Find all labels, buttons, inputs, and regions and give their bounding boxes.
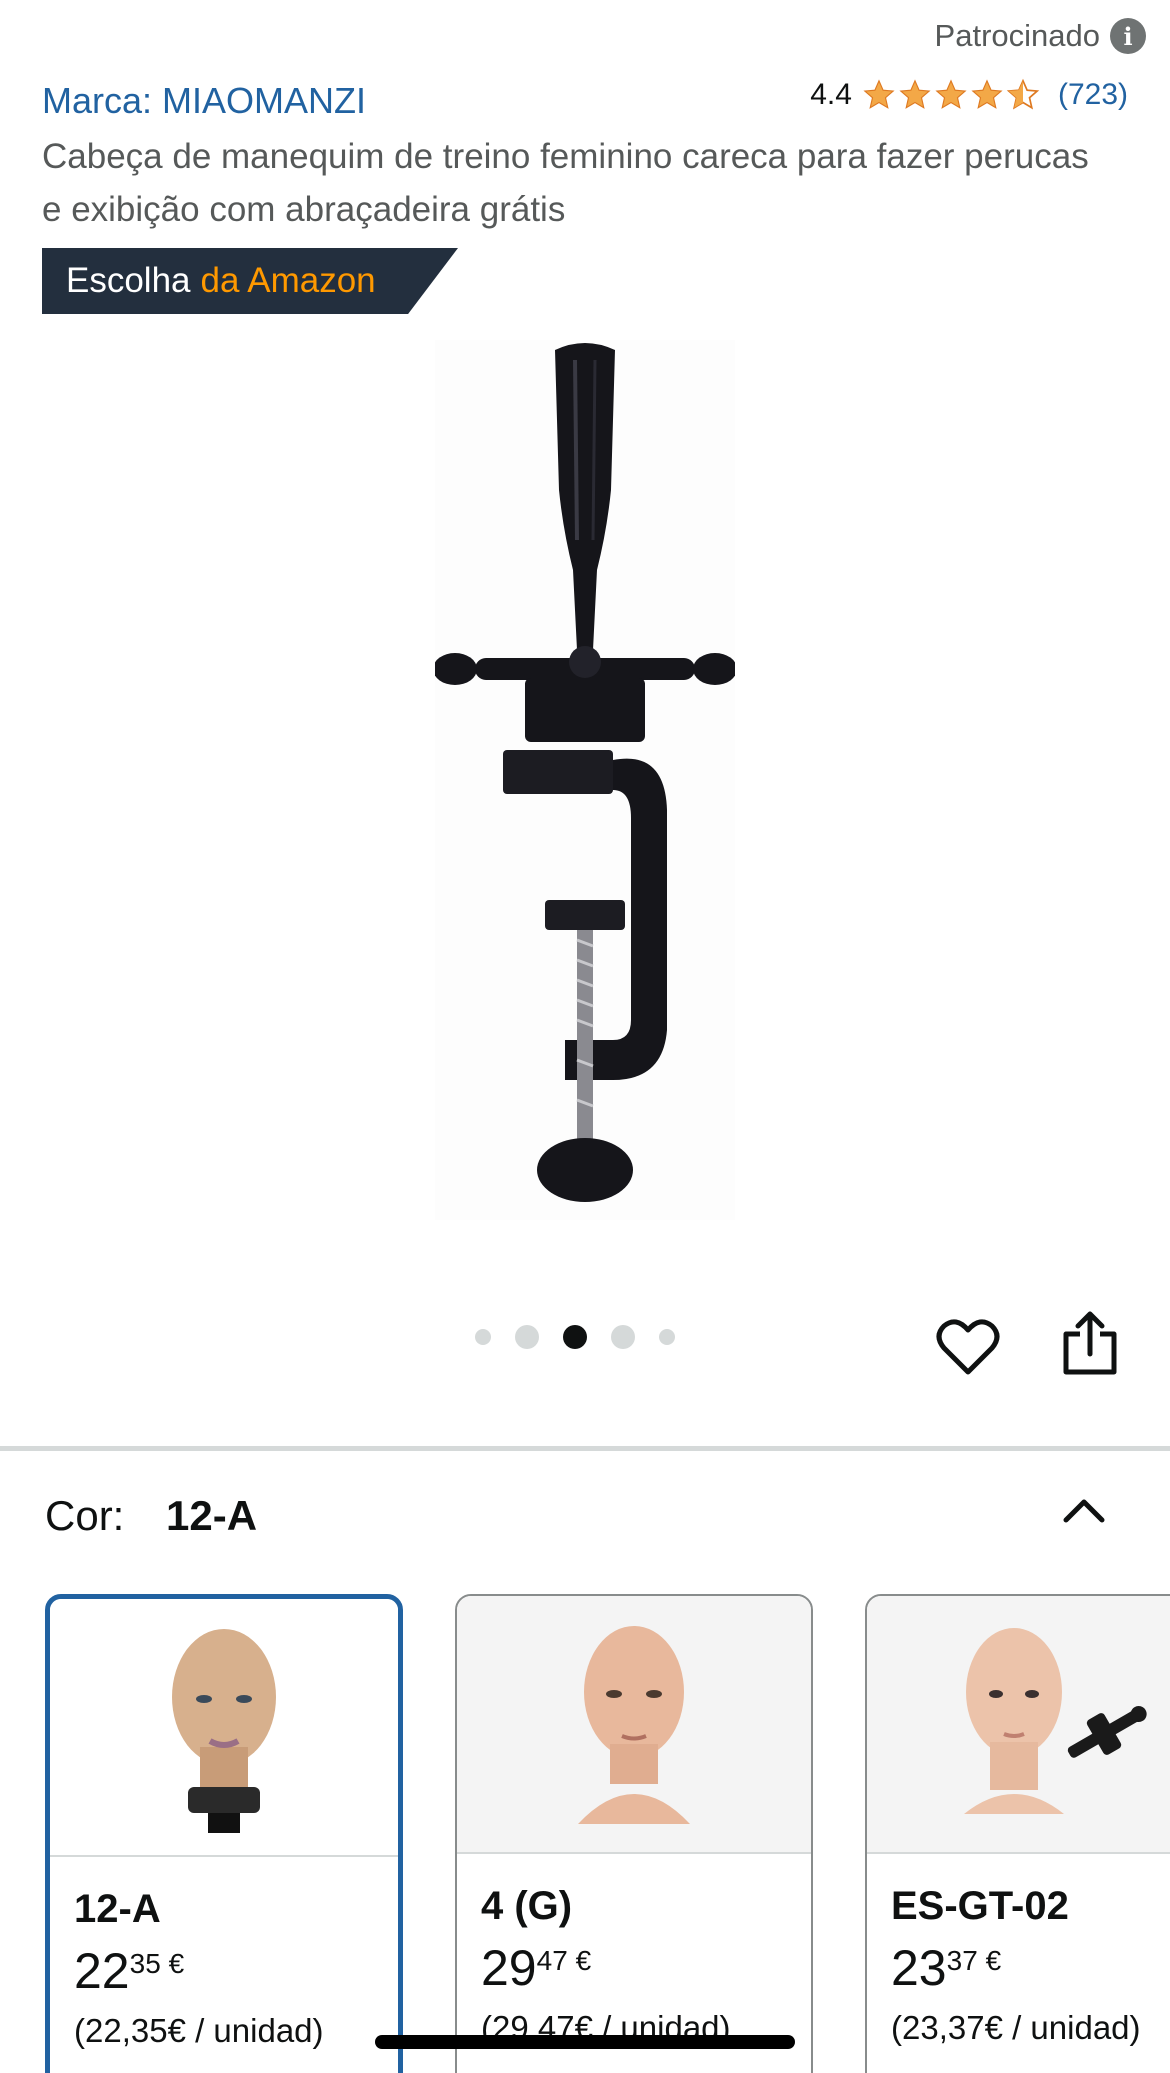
star-full-icon: [971, 79, 1003, 109]
mannequin-head-image: [172, 1629, 276, 1833]
price-currency: €: [985, 1945, 1002, 1976]
variant-card-4-g[interactable]: 4 (G) 2947 € (29,47€ / unidad): [455, 1594, 813, 2073]
badge-prefix: Escolha: [66, 261, 191, 300]
variant-name: ES-GT-02: [891, 1884, 1069, 1928]
variant-unit-price: (22,35€ / unidad): [74, 2012, 324, 2049]
rating[interactable]: 4.4 (723): [810, 78, 1128, 112]
info-icon[interactable]: i: [1110, 18, 1146, 54]
star-full-icon: [935, 79, 967, 109]
variation-header: Cor: 12-A: [45, 1492, 257, 1540]
variant-price: 2337 €: [891, 1939, 1170, 1997]
badge-accent: da Amazon: [200, 261, 376, 300]
carousel-dot-active[interactable]: [563, 1325, 587, 1349]
mannequin-head-image: [578, 1626, 690, 1824]
carousel-dot[interactable]: [515, 1325, 539, 1349]
home-indicator[interactable]: [375, 2035, 795, 2049]
variation-label: Cor:: [45, 1492, 125, 1539]
variant-thumbnail: [867, 1596, 1170, 1854]
rating-value: 4.4: [810, 78, 852, 111]
variant-thumbnail: [50, 1599, 398, 1857]
variant-card-12-a[interactable]: 12-A 2235 € (22,35€ / unidad): [45, 1594, 403, 2073]
product-title: Cabeça de manequim de treino feminino ca…: [42, 137, 1089, 229]
sponsored-label[interactable]: Patrocinado i: [935, 18, 1146, 54]
sponsored-text: Patrocinado: [934, 18, 1100, 53]
heart-icon[interactable]: [936, 1318, 1000, 1376]
variant-name: 4 (G): [481, 1884, 573, 1928]
price-fraction: 35: [129, 1948, 161, 1979]
variant-price: 2947 €: [481, 1939, 787, 1997]
price-whole: 23: [891, 1940, 947, 1996]
price-currency: €: [575, 1945, 592, 1976]
star-full-icon: [899, 79, 931, 109]
wig-clamp-stand-image[interactable]: [435, 340, 735, 1220]
price-fraction: 47: [536, 1945, 568, 1976]
price-whole: 29: [481, 1940, 537, 1996]
star-half-icon: [1006, 78, 1040, 110]
rating-count[interactable]: (723): [1058, 78, 1128, 112]
mannequin-head-with-clamp-image: [964, 1628, 1147, 1814]
carousel-dot[interactable]: [475, 1329, 491, 1345]
price-currency: €: [168, 1948, 185, 1979]
brand-link[interactable]: Marca: MIAOMANZI: [42, 80, 366, 122]
amazon-choice-badge: Escolha da Amazon: [42, 248, 458, 314]
image-carousel-dots[interactable]: [475, 1325, 675, 1349]
star-full-icon: [863, 79, 895, 109]
carousel-dot[interactable]: [611, 1325, 635, 1349]
price-fraction: 37: [946, 1945, 978, 1976]
rating-stars: [862, 78, 1040, 112]
variant-thumbnail: [457, 1596, 811, 1854]
chevron-up-icon[interactable]: [1060, 1492, 1108, 1526]
carousel-dot[interactable]: [659, 1329, 675, 1345]
variant-name: 12-A: [74, 1887, 161, 1931]
share-icon[interactable]: [1062, 1310, 1118, 1376]
section-divider: [0, 1446, 1170, 1451]
variation-selected: 12-A: [166, 1492, 258, 1539]
variant-unit-price: (23,37€ / unidad): [891, 2009, 1141, 2046]
variant-card-es-gt-02[interactable]: ES-GT-02 2337 € (23,37€ / unidad): [865, 1594, 1170, 2073]
variant-carousel[interactable]: 12-A 2235 € (22,35€ / unidad) 4 (G) 2947…: [45, 1594, 1170, 2073]
variant-price: 2235 €: [74, 1942, 374, 2000]
price-whole: 22: [74, 1943, 130, 1999]
